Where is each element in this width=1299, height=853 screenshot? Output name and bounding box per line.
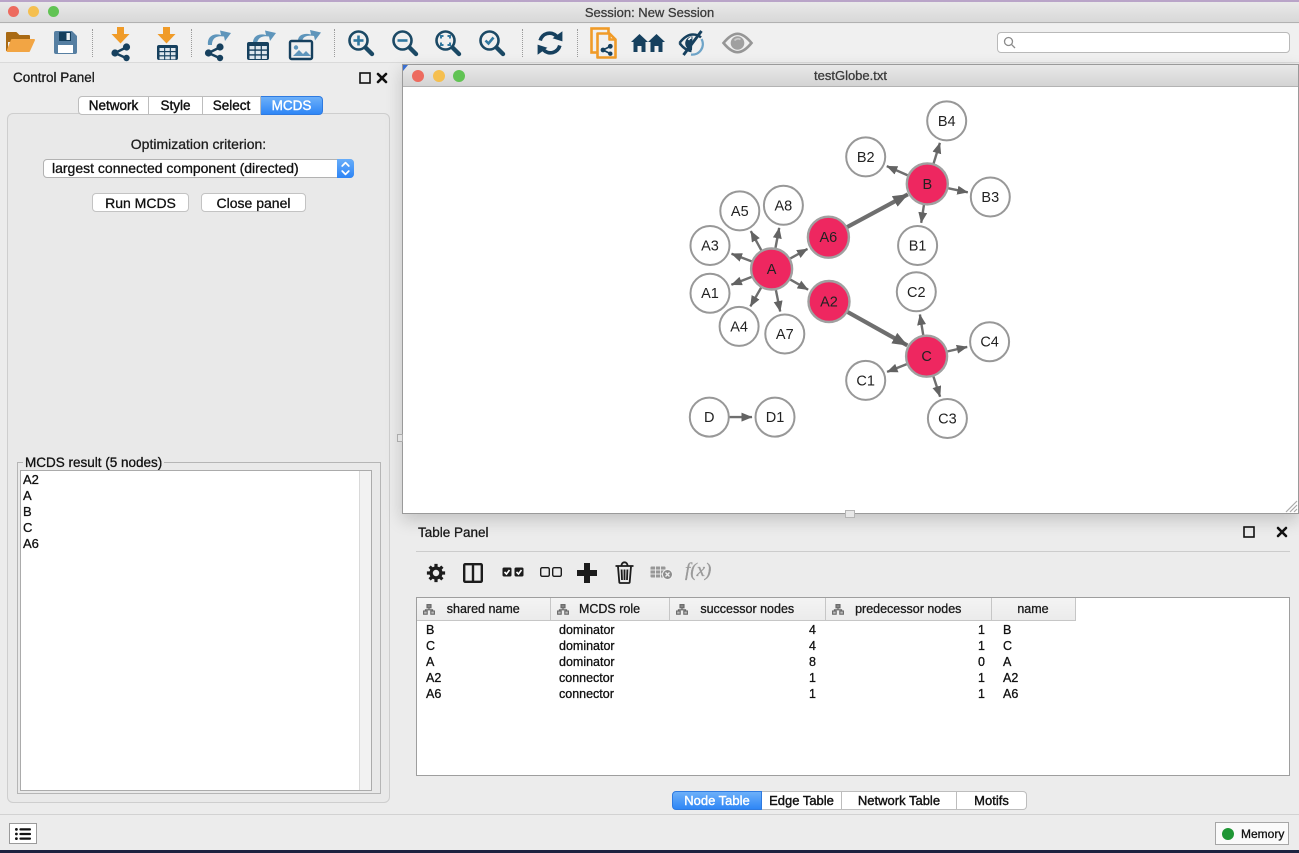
svg-text:C: C <box>921 349 931 365</box>
svg-text:D1: D1 <box>766 410 785 426</box>
svg-text:C2: C2 <box>907 285 926 301</box>
svg-text:A7: A7 <box>776 327 794 343</box>
svg-text:A5: A5 <box>731 204 749 220</box>
svg-text:A8: A8 <box>775 198 793 214</box>
svg-text:A2: A2 <box>820 295 838 311</box>
svg-text:A: A <box>767 262 777 278</box>
svg-text:B1: B1 <box>909 239 927 255</box>
svg-text:B2: B2 <box>857 150 875 166</box>
svg-text:A1: A1 <box>701 286 719 302</box>
svg-text:B4: B4 <box>938 114 956 130</box>
svg-text:A6: A6 <box>820 230 838 246</box>
svg-text:B: B <box>922 177 932 193</box>
svg-text:A3: A3 <box>701 239 719 255</box>
svg-text:A4: A4 <box>730 319 748 335</box>
svg-text:C1: C1 <box>856 373 875 389</box>
svg-text:B3: B3 <box>981 190 999 206</box>
svg-text:C4: C4 <box>980 335 999 351</box>
svg-text:C3: C3 <box>938 412 957 428</box>
svg-text:D: D <box>704 410 714 426</box>
